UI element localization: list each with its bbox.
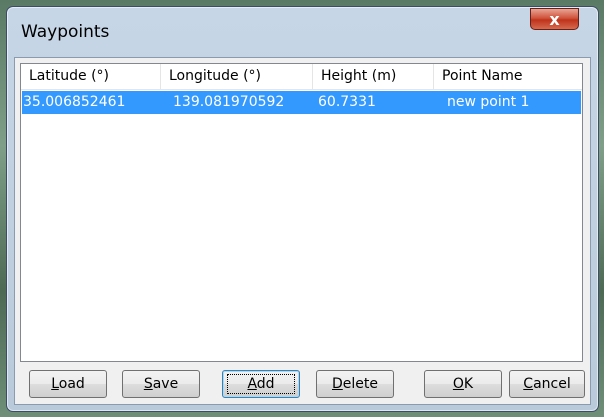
cell-longitude: 139.081970592 <box>173 94 285 110</box>
window-title: Waypoints <box>21 22 110 42</box>
cell-latitude: 35.006852461 <box>23 94 126 110</box>
ok-button[interactable]: OK <box>424 370 502 398</box>
dialog-client-area: Latitude (°) Longitude (°) Height (m) Po… <box>14 57 591 405</box>
add-button[interactable]: Add <box>222 370 300 398</box>
cancel-button[interactable]: Cancel <box>509 370 585 398</box>
focus-rectangle <box>227 374 295 394</box>
waypoints-dialog: Waypoints x Latitude (°) Longitude (°) H… <box>6 6 599 412</box>
load-button[interactable]: Load <box>29 370 107 398</box>
delete-button[interactable]: Delete <box>316 370 394 398</box>
cell-point-name: new point 1 <box>447 94 530 110</box>
column-header-height[interactable]: Height (m) <box>313 64 434 89</box>
column-header-longitude[interactable]: Longitude (°) <box>161 64 313 89</box>
list-item-selected[interactable]: 35.006852461 139.081970592 60.7331 new p… <box>22 91 581 114</box>
cell-height: 60.7331 <box>318 94 376 110</box>
close-icon: x <box>549 10 560 29</box>
waypoints-list[interactable]: Latitude (°) Longitude (°) Height (m) Po… <box>20 63 583 362</box>
save-button[interactable]: Save <box>122 370 200 398</box>
close-button[interactable]: x <box>530 8 579 30</box>
list-header: Latitude (°) Longitude (°) Height (m) Po… <box>21 64 582 90</box>
column-header-point-name[interactable]: Point Name <box>434 64 582 89</box>
column-header-latitude[interactable]: Latitude (°) <box>21 64 161 89</box>
